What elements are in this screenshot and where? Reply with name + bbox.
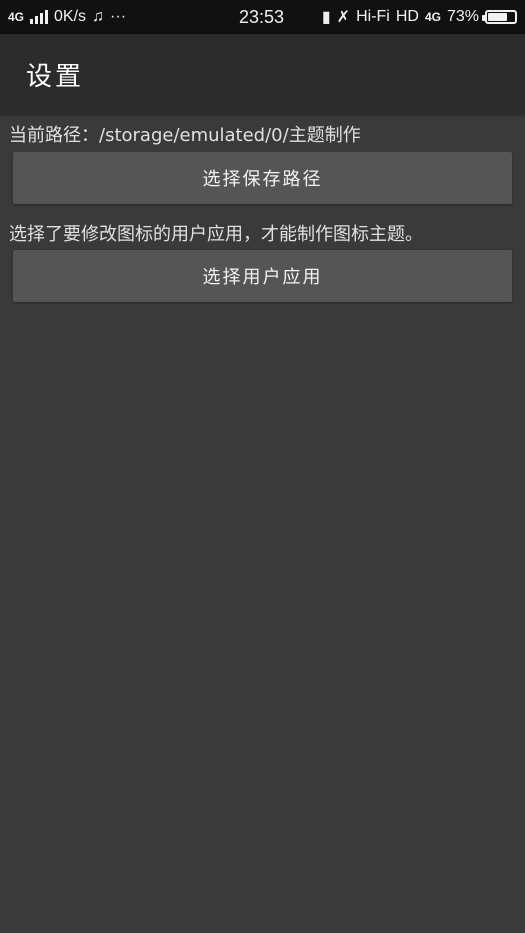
mute-icon: ✗ [336,9,351,26]
status-right: ▮ ✗ Hi-Fi HD 4G 73% [322,0,517,34]
app-bar: 设置 [0,34,525,114]
battery-percent: 73% [446,8,479,25]
music-note-icon: ♫ [92,8,105,25]
battery-saver-icon: ▮ [321,9,331,26]
signal-bars-icon [30,10,49,24]
network-type: 4G [8,10,25,24]
battery-icon [482,10,517,24]
select-user-app-button[interactable]: 选择用户应用 [13,250,512,302]
clock: 23:53 [239,6,285,27]
current-path-label: 当前路径：/storage/emulated/0/主题制作 [9,125,361,146]
status-bar: 4G 0K/s ♫ ··· 23:53 ▮ ✗ Hi-Fi HD 4G 73% [0,0,525,34]
select-save-path-button[interactable]: 选择保存路径 [13,152,512,204]
hifi-label: Hi-Fi [356,8,390,25]
status-left: 4G 0K/s ♫ ··· [8,0,126,34]
more-notifications-icon: ··· [110,8,127,25]
page-title: 设置 [26,62,85,92]
app-hint-label: 选择了要修改图标的用户应用，才能制作图标主题。 [9,224,423,245]
network-speed: 0K/s [54,8,87,25]
network-type-2: 4G [424,10,441,24]
hd-label: HD [395,8,419,25]
